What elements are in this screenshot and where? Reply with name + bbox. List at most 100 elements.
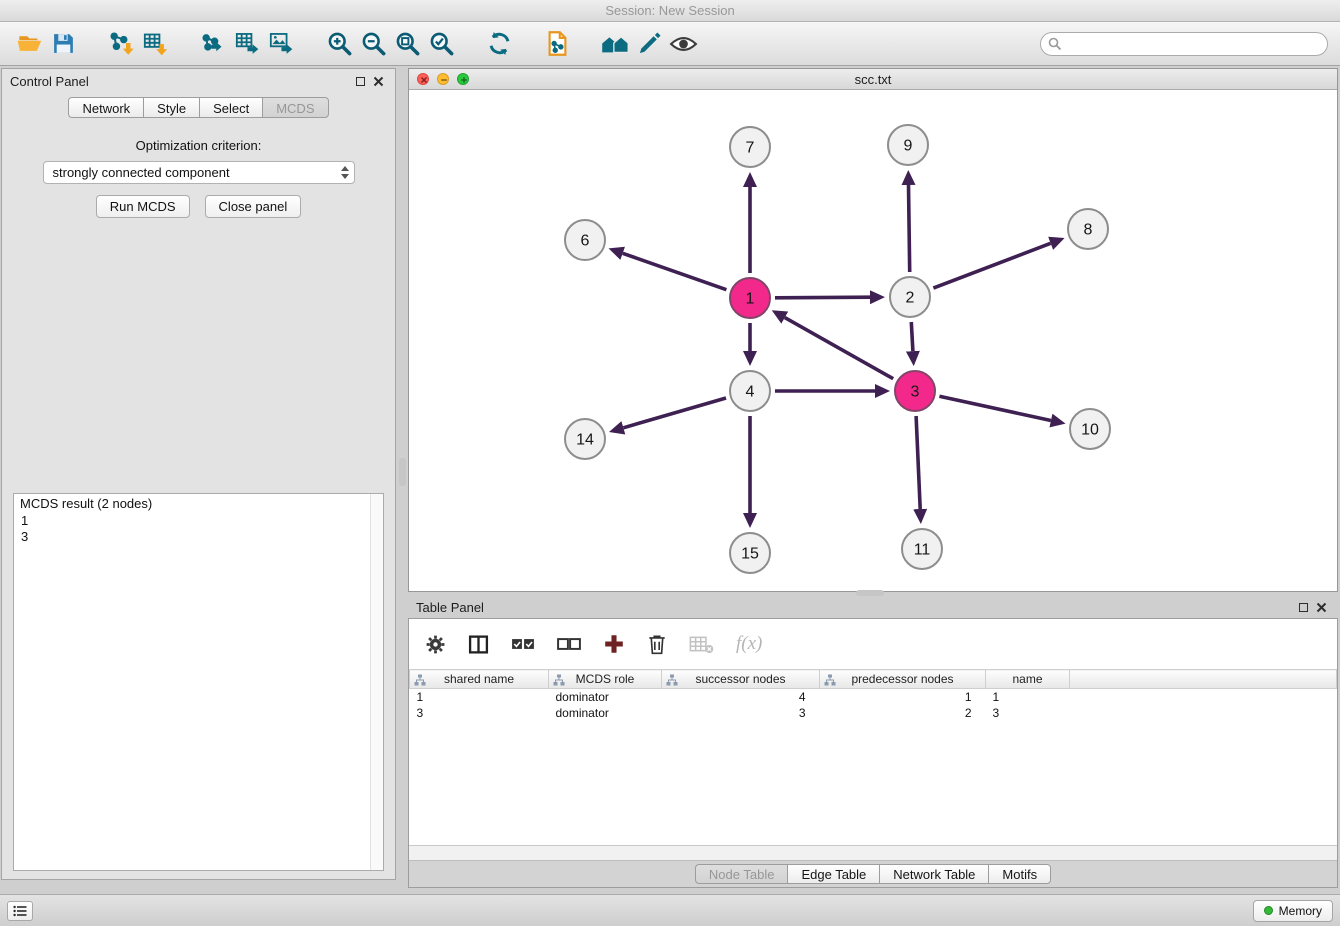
maximize-window-button[interactable] — [457, 73, 469, 85]
export-table-button[interactable] — [230, 27, 264, 61]
export-network-icon — [200, 30, 227, 57]
close-panel-action-button[interactable]: Close panel — [205, 195, 302, 218]
svg-text:3: 3 — [911, 384, 920, 401]
graphics-details-button[interactable] — [666, 27, 700, 61]
zoom-selected-button[interactable] — [424, 27, 458, 61]
trash-icon — [647, 633, 667, 655]
update-network-button[interactable] — [482, 27, 516, 61]
save-session-button[interactable] — [46, 27, 80, 61]
tab-mcds[interactable]: MCDS — [262, 97, 328, 118]
close-window-button[interactable] — [417, 73, 429, 85]
float-panel-button[interactable] — [351, 72, 369, 90]
graph-edge-2-9[interactable] — [909, 185, 910, 272]
criterion-dropdown[interactable]: strongly connected component — [43, 161, 355, 184]
graph-edge-3-11[interactable] — [916, 416, 920, 509]
result-scrollbar[interactable] — [370, 494, 383, 870]
close-table-panel-button[interactable] — [1312, 598, 1330, 616]
table-cell[interactable]: 1 — [986, 689, 1070, 706]
graph-node-10[interactable]: 10 — [1070, 409, 1110, 449]
column-header-shared-name[interactable]: shared name — [410, 670, 549, 689]
graph-edge-1-2[interactable] — [775, 297, 870, 298]
delete-table-button[interactable] — [689, 634, 714, 654]
table-cell[interactable]: 3 — [662, 705, 820, 721]
table-cell[interactable]: 2 — [820, 705, 986, 721]
eye-icon — [669, 34, 698, 54]
add-row-button[interactable] — [603, 633, 625, 655]
table-cell[interactable]: 1 — [820, 689, 986, 706]
column-label: name — [1012, 672, 1042, 686]
function-builder-button[interactable]: f(x) — [736, 633, 762, 655]
style-paint-button[interactable] — [632, 27, 666, 61]
tab-edge-table[interactable]: Edge Table — [787, 864, 879, 884]
zoom-out-button[interactable] — [356, 27, 390, 61]
select-all-button[interactable] — [511, 635, 535, 653]
task-history-button[interactable] — [7, 901, 33, 921]
graph-node-9[interactable]: 9 — [888, 125, 928, 165]
column-chooser-button[interactable] — [468, 634, 489, 655]
minimize-window-button[interactable] — [437, 73, 449, 85]
table-cell[interactable]: dominator — [549, 705, 662, 721]
run-mcds-button[interactable]: Run MCDS — [96, 195, 190, 218]
graph-node-15[interactable]: 15 — [730, 533, 770, 573]
graph-node-14[interactable]: 14 — [565, 419, 605, 459]
export-network-button[interactable] — [196, 27, 230, 61]
column-header-predecessor-nodes[interactable]: predecessor nodes — [820, 670, 986, 689]
zoom-in-button[interactable] — [322, 27, 356, 61]
tab-node-table[interactable]: Node Table — [695, 864, 788, 884]
table-panel-body: f(x) shared name MCDS role — [408, 618, 1338, 888]
table-cell[interactable]: 3 — [986, 705, 1070, 721]
tab-network[interactable]: Network — [68, 97, 143, 118]
graph-node-4[interactable]: 4 — [730, 371, 770, 411]
graph-node-3[interactable]: 3 — [895, 371, 935, 411]
tab-select[interactable]: Select — [199, 97, 262, 118]
graph-node-1[interactable]: 1 — [730, 278, 770, 318]
open-network-file-button[interactable] — [540, 27, 574, 61]
export-image-button[interactable] — [264, 27, 298, 61]
table-cell[interactable]: 1 — [410, 689, 549, 706]
table-row[interactable]: 3dominator323 — [410, 705, 1337, 721]
unselect-all-button[interactable] — [557, 635, 581, 653]
vertical-splitter-handle[interactable] — [399, 458, 406, 486]
column-header-name[interactable]: name — [986, 670, 1070, 689]
table-cell[interactable]: 4 — [662, 689, 820, 706]
table-cell[interactable]: dominator — [549, 689, 662, 706]
delete-table-icon — [689, 634, 714, 654]
graph-edge-2-3[interactable] — [911, 322, 913, 351]
import-table-button[interactable] — [138, 27, 172, 61]
import-network-button[interactable] — [104, 27, 138, 61]
graph-edge-2-8[interactable] — [933, 243, 1050, 288]
graph-node-6[interactable]: 6 — [565, 220, 605, 260]
search-input[interactable] — [1040, 32, 1328, 56]
delete-rows-button[interactable] — [647, 633, 667, 655]
table-cell[interactable]: 3 — [410, 705, 549, 721]
memory-button[interactable]: Memory — [1253, 900, 1333, 922]
table-horizontal-scrollbar[interactable] — [409, 845, 1337, 860]
tab-motifs[interactable]: Motifs — [988, 864, 1051, 884]
graph-edge-3-1[interactable] — [785, 318, 893, 379]
network-canvas[interactable]: 7 9 6 8 1 2 4 3 14 10 15 11 — [409, 90, 1337, 591]
table-row[interactable]: 1dominator411 — [410, 689, 1337, 706]
float-table-panel-button[interactable] — [1294, 598, 1312, 616]
select-all-icon — [511, 635, 535, 653]
network-window-titlebar[interactable]: scc.txt — [409, 69, 1337, 90]
graph-edge-4-14[interactable] — [623, 398, 726, 428]
traffic-lights — [417, 73, 469, 85]
tab-network-table[interactable]: Network Table — [879, 864, 988, 884]
window-titlebar[interactable]: Session: New Session — [0, 0, 1340, 22]
graph-node-2[interactable]: 2 — [890, 277, 930, 317]
close-panel-button[interactable] — [369, 72, 387, 90]
column-type-icon — [414, 674, 426, 686]
graph-edge-1-6[interactable] — [623, 253, 727, 289]
graph-node-11[interactable]: 11 — [902, 529, 942, 569]
graph-edge-3-10[interactable] — [939, 396, 1051, 420]
mcds-result-text[interactable]: 1 3 — [14, 513, 383, 545]
column-header-mcds-role[interactable]: MCDS role — [549, 670, 662, 689]
table-settings-button[interactable] — [425, 634, 446, 655]
open-session-button[interactable] — [12, 27, 46, 61]
fit-content-button[interactable] — [390, 27, 424, 61]
tab-style[interactable]: Style — [143, 97, 199, 118]
graph-node-7[interactable]: 7 — [730, 127, 770, 167]
column-header-successor-nodes[interactable]: successor nodes — [662, 670, 820, 689]
first-neighbors-button[interactable] — [598, 27, 632, 61]
graph-node-8[interactable]: 8 — [1068, 209, 1108, 249]
